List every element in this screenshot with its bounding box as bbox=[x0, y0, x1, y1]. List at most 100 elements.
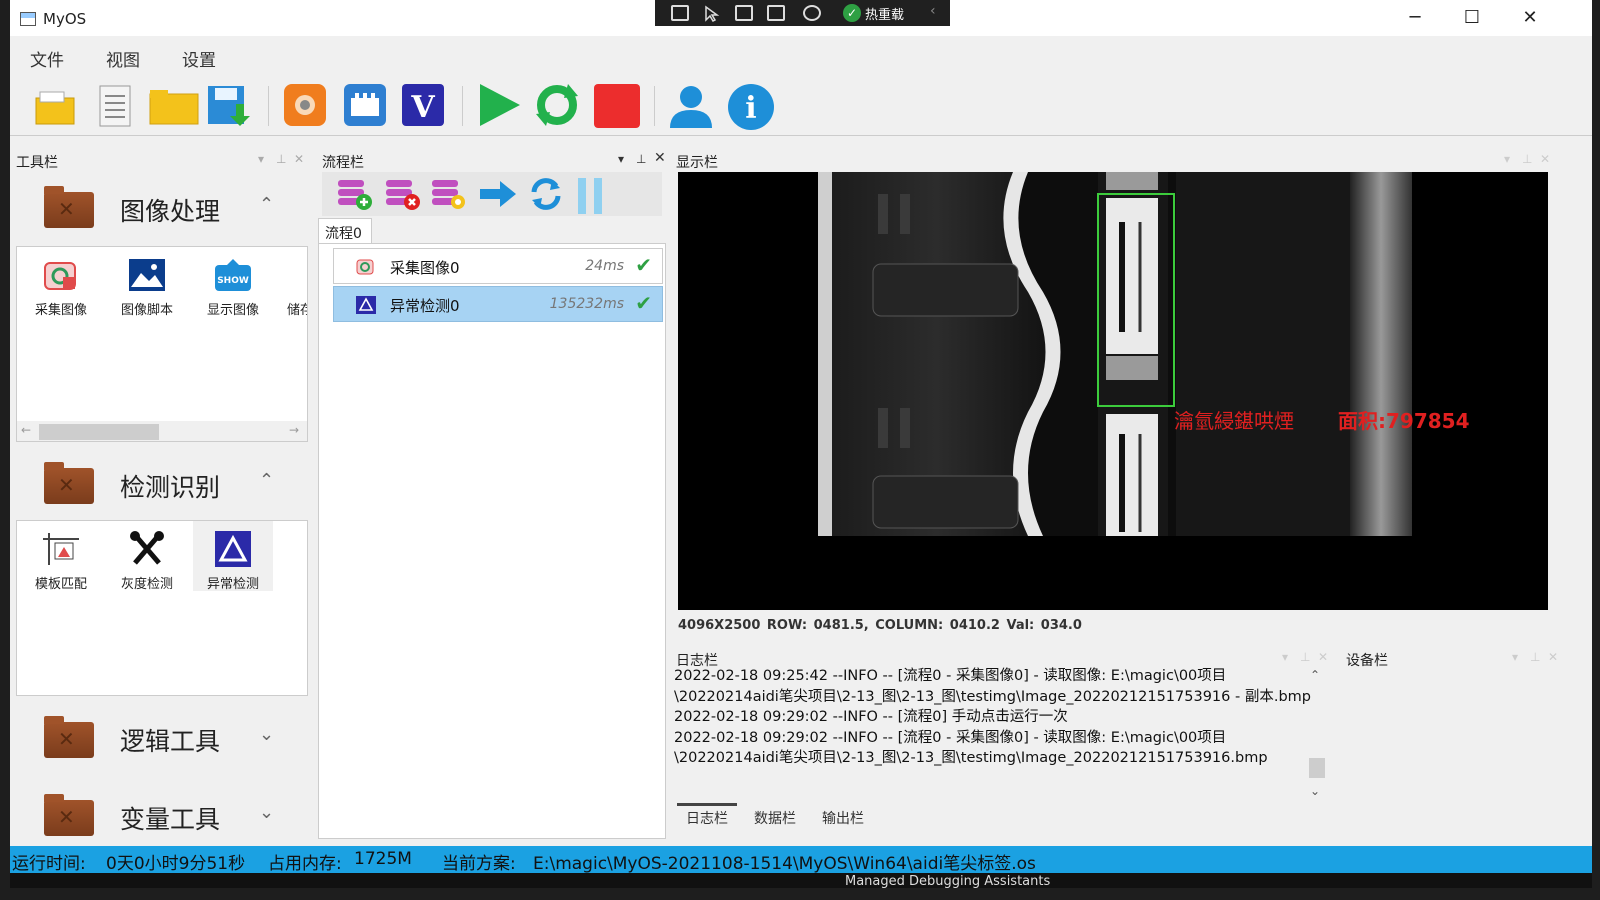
menu-view[interactable]: 视图 bbox=[106, 46, 140, 71]
scrollbar-thumb[interactable] bbox=[1309, 758, 1325, 778]
flow-step-row[interactable]: 采集图像0 24ms ✔ bbox=[333, 248, 663, 284]
panel-menu-icon[interactable]: ▾ bbox=[1504, 152, 1510, 166]
delete-flow-icon[interactable] bbox=[384, 178, 420, 210]
pin-icon[interactable]: ⊥ bbox=[1300, 650, 1310, 664]
scrollbar-thumb[interactable] bbox=[39, 424, 159, 440]
background-window-strip bbox=[10, 873, 1592, 888]
vertical-scrollbar[interactable]: ⌃ ⌄ bbox=[1308, 668, 1326, 798]
success-check-icon: ✔ bbox=[635, 291, 652, 315]
run-icon[interactable] bbox=[476, 82, 522, 128]
category-detection[interactable]: 检测识别 ⌃ bbox=[14, 450, 306, 516]
tool-label: 异常检测 bbox=[206, 577, 259, 592]
chevron-down-icon[interactable]: ⌄ bbox=[259, 802, 274, 823]
panel-close-icon[interactable]: ✕ bbox=[1548, 650, 1558, 664]
flow-settings-icon[interactable] bbox=[430, 178, 466, 210]
network-icon[interactable] bbox=[342, 82, 388, 128]
menu-file[interactable]: 文件 bbox=[30, 46, 64, 71]
tool-anomaly-detect[interactable]: 异常检测 bbox=[193, 521, 273, 592]
track-focus-icon[interactable] bbox=[803, 5, 821, 21]
scroll-down-icon[interactable]: ⌄ bbox=[1310, 784, 1320, 798]
log-panel: 日志栏 ▾ ⊥ ✕ 2022-02-18 09:25:42 --INFO -- … bbox=[670, 648, 1340, 840]
tool-label: 灰度检测 bbox=[120, 577, 173, 592]
inspection-image: 瀹氫綅鍖哄煙 面积:797854 bbox=[818, 172, 1470, 536]
tool-acquire-image[interactable]: 采集图像 bbox=[21, 247, 101, 318]
menu-settings[interactable]: 设置 bbox=[182, 46, 216, 71]
close-button[interactable]: ✕ bbox=[1510, 6, 1550, 32]
loop-run-icon[interactable] bbox=[534, 82, 580, 128]
new-document-icon[interactable] bbox=[92, 82, 138, 128]
tool-gray-detect[interactable]: 灰度检测 bbox=[107, 521, 187, 592]
category-image-processing[interactable]: 图像处理 ⌃ bbox=[14, 174, 306, 240]
frame-icon[interactable] bbox=[735, 5, 753, 21]
tool-image-script[interactable]: 图像脚本 bbox=[107, 247, 187, 318]
refresh-icon[interactable] bbox=[528, 178, 564, 210]
maximize-button[interactable]: ☐ bbox=[1452, 6, 1492, 32]
stop-icon[interactable] bbox=[592, 82, 642, 128]
pin-icon[interactable]: ⊥ bbox=[636, 152, 646, 166]
panel-menu-icon[interactable]: ▾ bbox=[1282, 650, 1288, 664]
background-window-text: Managed Debugging Assistants bbox=[845, 874, 1051, 888]
tool-label: 图像脚本 bbox=[120, 303, 173, 318]
category-variable[interactable]: 变量工具 ⌄ bbox=[14, 782, 306, 848]
open-project-icon[interactable] bbox=[32, 82, 78, 128]
panel-close-icon[interactable]: ✕ bbox=[1318, 650, 1328, 664]
tool-show-image[interactable]: SHOW 显示图像 bbox=[193, 247, 273, 318]
pin-icon[interactable]: ⊥ bbox=[1530, 650, 1540, 664]
select-element-icon[interactable] bbox=[671, 5, 689, 21]
memory-label: 占用内存: bbox=[268, 854, 342, 874]
panel-close-icon[interactable]: ✕ bbox=[294, 152, 304, 166]
detection-tools: 模板匹配 灰度检测 异常检测 bbox=[16, 520, 308, 696]
tool-panel: 工具栏 ▾ ⊥ ✕ 图像处理 ⌃ 采集图像 图像脚本 SHOW 显示图像 bbox=[10, 146, 310, 846]
layout-adorner-icon[interactable] bbox=[767, 5, 785, 21]
camera-icon[interactable] bbox=[282, 82, 328, 128]
log-line: 2022-02-18 09:29:02 --INFO -- [流程0 - 采集图… bbox=[674, 729, 1227, 746]
panel-menu-icon[interactable]: ▾ bbox=[1512, 650, 1518, 664]
scroll-up-icon[interactable]: ⌃ bbox=[1310, 668, 1320, 682]
tab-log[interactable]: 日志栏 bbox=[686, 808, 728, 828]
minimize-button[interactable]: ─ bbox=[1395, 6, 1435, 32]
scroll-right-icon[interactable]: → bbox=[289, 423, 299, 437]
next-step-icon[interactable] bbox=[478, 178, 516, 210]
tool-template-match[interactable]: 模板匹配 bbox=[21, 521, 101, 592]
save-icon[interactable] bbox=[206, 82, 252, 128]
panel-menu-icon[interactable]: ▾ bbox=[618, 152, 624, 166]
toolbox-folder-icon bbox=[44, 186, 94, 228]
log-line: 2022-02-18 09:29:02 --INFO -- [流程0] 手动点击… bbox=[674, 709, 1068, 726]
info-icon[interactable]: i bbox=[726, 82, 776, 130]
scroll-left-icon[interactable]: ← bbox=[21, 423, 31, 437]
status-bar: 运行时间: 0天0小时9分51秒 占用内存: 1725M 当前方案: E:\ma… bbox=[10, 846, 1592, 874]
tab-flow0[interactable]: 流程0 bbox=[318, 218, 372, 244]
chevron-up-icon[interactable]: ⌃ bbox=[259, 194, 274, 215]
anomaly-detect-icon bbox=[215, 531, 251, 567]
open-folder-icon[interactable] bbox=[148, 82, 200, 128]
pin-icon[interactable]: ⊥ bbox=[276, 152, 286, 166]
tool-store[interactable]: 储存 bbox=[279, 247, 307, 318]
add-flow-icon[interactable] bbox=[336, 178, 372, 210]
panel-close-icon[interactable]: ✕ bbox=[1540, 152, 1550, 166]
chevron-up-icon[interactable]: ⌃ bbox=[259, 470, 274, 491]
tab-output[interactable]: 输出栏 bbox=[822, 808, 864, 828]
category-logic[interactable]: 逻辑工具 ⌄ bbox=[14, 704, 306, 770]
image-script-icon bbox=[129, 259, 165, 291]
vision-letter: V bbox=[410, 90, 435, 125]
toolbar-separator bbox=[462, 86, 463, 126]
memory-value: 1725M bbox=[354, 849, 412, 869]
collapse-chevron-icon[interactable]: ‹ bbox=[930, 3, 936, 19]
tab-data[interactable]: 数据栏 bbox=[754, 808, 796, 828]
panel-menu-icon[interactable]: ▾ bbox=[258, 152, 264, 166]
pointer-icon[interactable] bbox=[703, 5, 721, 22]
hot-reload-label[interactable]: 热重载 bbox=[865, 4, 904, 23]
vision-icon[interactable]: V bbox=[400, 82, 446, 128]
device-panel-title: 设备栏 bbox=[1346, 653, 1388, 669]
device-panel: 设备栏 ▾ ⊥ ✕ bbox=[1344, 648, 1564, 840]
chevron-down-icon[interactable]: ⌄ bbox=[259, 724, 274, 745]
pause-icon[interactable] bbox=[574, 178, 610, 214]
horizontal-scrollbar[interactable]: ← → bbox=[17, 421, 307, 441]
pin-icon[interactable]: ⊥ bbox=[1522, 152, 1532, 166]
area-overlay-text: 面积:797854 bbox=[1338, 409, 1470, 433]
user-icon[interactable] bbox=[666, 82, 716, 128]
panel-close-icon[interactable]: ✕ bbox=[654, 150, 666, 166]
active-tab-indicator bbox=[677, 803, 737, 806]
flow-step-row-selected[interactable]: 异常检测0 135232ms ✔ bbox=[333, 286, 663, 322]
image-viewer[interactable]: 瀹氫綅鍖哄煙 面积:797854 bbox=[678, 172, 1548, 610]
